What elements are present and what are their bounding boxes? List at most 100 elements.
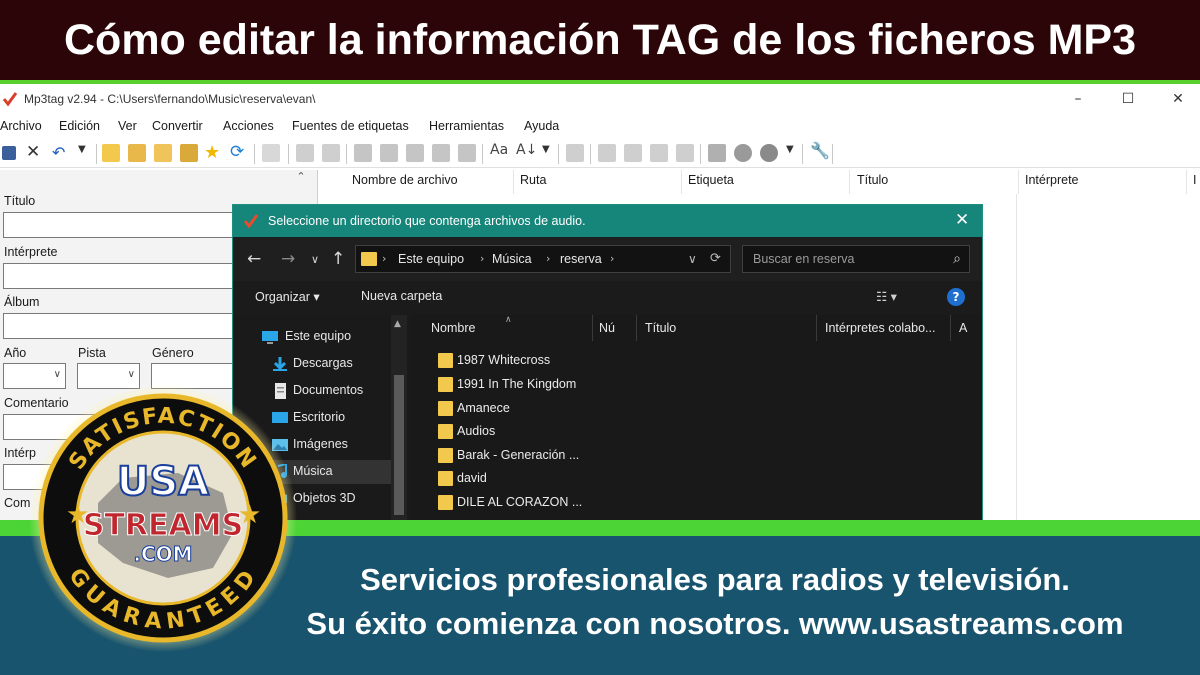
column-contributing-artists[interactable]: Intérpretes colabo... [817, 315, 951, 341]
edit-icon[interactable] [566, 144, 584, 162]
column-tag[interactable]: Etiqueta [682, 170, 850, 194]
dialog-close-icon[interactable]: ✕ [955, 210, 969, 230]
new-folder-button[interactable]: Nueva carpeta [361, 289, 442, 303]
folder-row[interactable]: 1987 Whitecross [411, 350, 971, 373]
column-title[interactable]: Título [637, 315, 817, 341]
mp3tag-app-icon [2, 92, 18, 107]
column-more[interactable]: I [1187, 170, 1200, 194]
menu-acciones[interactable]: Acciones [223, 119, 274, 133]
nav-item-descargas[interactable]: Descargas [233, 352, 391, 376]
recent-locations-chevron-icon[interactable]: ∨ [311, 253, 319, 266]
refresh-icon[interactable]: ⟳ [230, 142, 244, 162]
menu-herramientas[interactable]: Herramientas [429, 119, 504, 133]
folder-row[interactable]: DILE AL CORAZON ... [411, 492, 971, 515]
nav-item-este-equipo[interactable]: Este equipo [233, 325, 391, 349]
folder-row[interactable]: Barak - Generación ... [411, 445, 971, 468]
export-icon[interactable] [598, 144, 616, 162]
folder-row[interactable]: Audios [411, 421, 971, 444]
address-dropdown-icon[interactable]: ∨ [688, 252, 697, 266]
chevron-right-icon: › [382, 252, 387, 265]
menu-edicion[interactable]: Edición [59, 119, 100, 133]
folder-row[interactable]: Amanece [411, 398, 971, 421]
column-album[interactable]: A [951, 315, 982, 341]
menu-convertir[interactable]: Convertir [152, 119, 203, 133]
playlist-icon[interactable] [180, 144, 198, 162]
actions-dropdown-icon[interactable]: ▼ [542, 144, 550, 155]
cover-icon[interactable] [676, 144, 694, 162]
column-number[interactable]: Nú [593, 315, 637, 341]
maximize-button[interactable]: ☐ [1108, 88, 1148, 110]
refresh-icon[interactable]: ⟳ [710, 251, 721, 266]
scrollbar-thumb[interactable] [394, 375, 404, 515]
menu-fuentes-etiquetas[interactable]: Fuentes de etiquetas [292, 119, 409, 133]
help-icon[interactable]: ? [947, 288, 965, 306]
freedb-icon[interactable] [708, 144, 726, 162]
up-arrow-icon[interactable]: ↑ [331, 249, 345, 269]
menu-archivo[interactable]: Archivo [0, 119, 42, 133]
nav-label: Objetos 3D [293, 491, 356, 505]
favorites-star-icon[interactable]: ★ [204, 142, 220, 163]
filename-to-tag-icon[interactable] [380, 144, 398, 162]
column-title[interactable]: Título [851, 170, 1019, 194]
breadcrumb-musica[interactable]: Música [492, 252, 532, 266]
options-wrench-icon[interactable]: 🔧 [810, 141, 830, 160]
address-bar[interactable]: › Este equipo › Música › reserva › ∨ ⟳ [355, 245, 731, 273]
scroll-up-icon[interactable]: ▲ [394, 319, 401, 329]
menu-ver[interactable]: Ver [118, 119, 137, 133]
save-icon[interactable] [2, 146, 16, 160]
tag-to-text-icon[interactable] [458, 144, 476, 162]
remove-tag-icon[interactable]: ✕ [26, 142, 40, 162]
organize-button[interactable]: Organizar ▾ [255, 289, 320, 304]
folder-row[interactable]: 1991 In The Kingdom [411, 374, 971, 397]
print-icon[interactable] [296, 144, 314, 162]
column-name[interactable]: Nombre [411, 315, 593, 341]
column-artist[interactable]: Intérprete [1019, 170, 1187, 194]
folder-icon [438, 424, 453, 439]
text-to-tag-icon[interactable] [432, 144, 450, 162]
column-divider [1016, 194, 1017, 524]
search-input[interactable]: Buscar en reserva [753, 252, 854, 266]
open-folder-icon[interactable] [102, 144, 120, 162]
column-filename[interactable]: Nombre de archivo [346, 170, 514, 194]
dialog-title: Seleccione un directorio que contenga ar… [268, 214, 586, 228]
folder-name: Amanece [457, 401, 510, 415]
folder-icon [438, 377, 453, 392]
folder-icon [438, 471, 453, 486]
toolbar-separator [802, 144, 803, 164]
folder-options-icon[interactable] [154, 144, 172, 162]
title-field[interactable] [3, 212, 243, 238]
nav-pane-scrollbar[interactable]: ▲ [391, 315, 407, 521]
export-html-icon[interactable] [624, 144, 642, 162]
folder-row[interactable]: david [411, 468, 971, 491]
back-arrow-icon[interactable]: ← [247, 249, 261, 269]
menu-ayuda[interactable]: Ayuda [524, 119, 559, 133]
logo-usa-text: USA [117, 459, 209, 505]
minimize-button[interactable]: – [1058, 88, 1098, 110]
view-options-icon[interactable]: ☷ ▾ [876, 289, 897, 304]
tag-to-filename-icon[interactable] [354, 144, 372, 162]
undo-icon[interactable]: ↶ [52, 143, 65, 162]
export-csv-icon[interactable] [650, 144, 668, 162]
close-button[interactable]: ✕ [1158, 88, 1198, 110]
replace-icon[interactable]: A↓ [516, 142, 537, 158]
folder-picker-dialog: Seleccione un directorio que contenga ar… [232, 204, 983, 522]
toolbar-separator [558, 144, 559, 164]
search-box[interactable]: Buscar en reserva ⌕ [742, 245, 970, 273]
sort-ascending-icon: ∧ [505, 315, 512, 325]
case-conversion-icon[interactable]: Aa [490, 142, 508, 158]
column-path[interactable]: Ruta [514, 170, 682, 194]
cut-icon[interactable] [322, 144, 340, 162]
properties-icon[interactable] [262, 144, 280, 162]
add-folder-icon[interactable] [128, 144, 146, 162]
album-field[interactable] [3, 313, 243, 339]
web-source-icon[interactable] [734, 144, 752, 162]
sources-dropdown-icon[interactable]: ▼ [786, 144, 794, 155]
undo-dropdown-icon[interactable]: ▼ [78, 144, 86, 155]
panel-collapse-icon[interactable]: ⌃ [292, 170, 310, 190]
forward-arrow-icon[interactable]: → [281, 249, 295, 269]
breadcrumb-reserva[interactable]: reserva [560, 252, 602, 266]
tag-to-tag-icon[interactable] [406, 144, 424, 162]
artist-field[interactable] [3, 263, 243, 289]
tag-source-icon[interactable] [760, 144, 778, 162]
breadcrumb-este-equipo[interactable]: Este equipo [398, 252, 464, 266]
